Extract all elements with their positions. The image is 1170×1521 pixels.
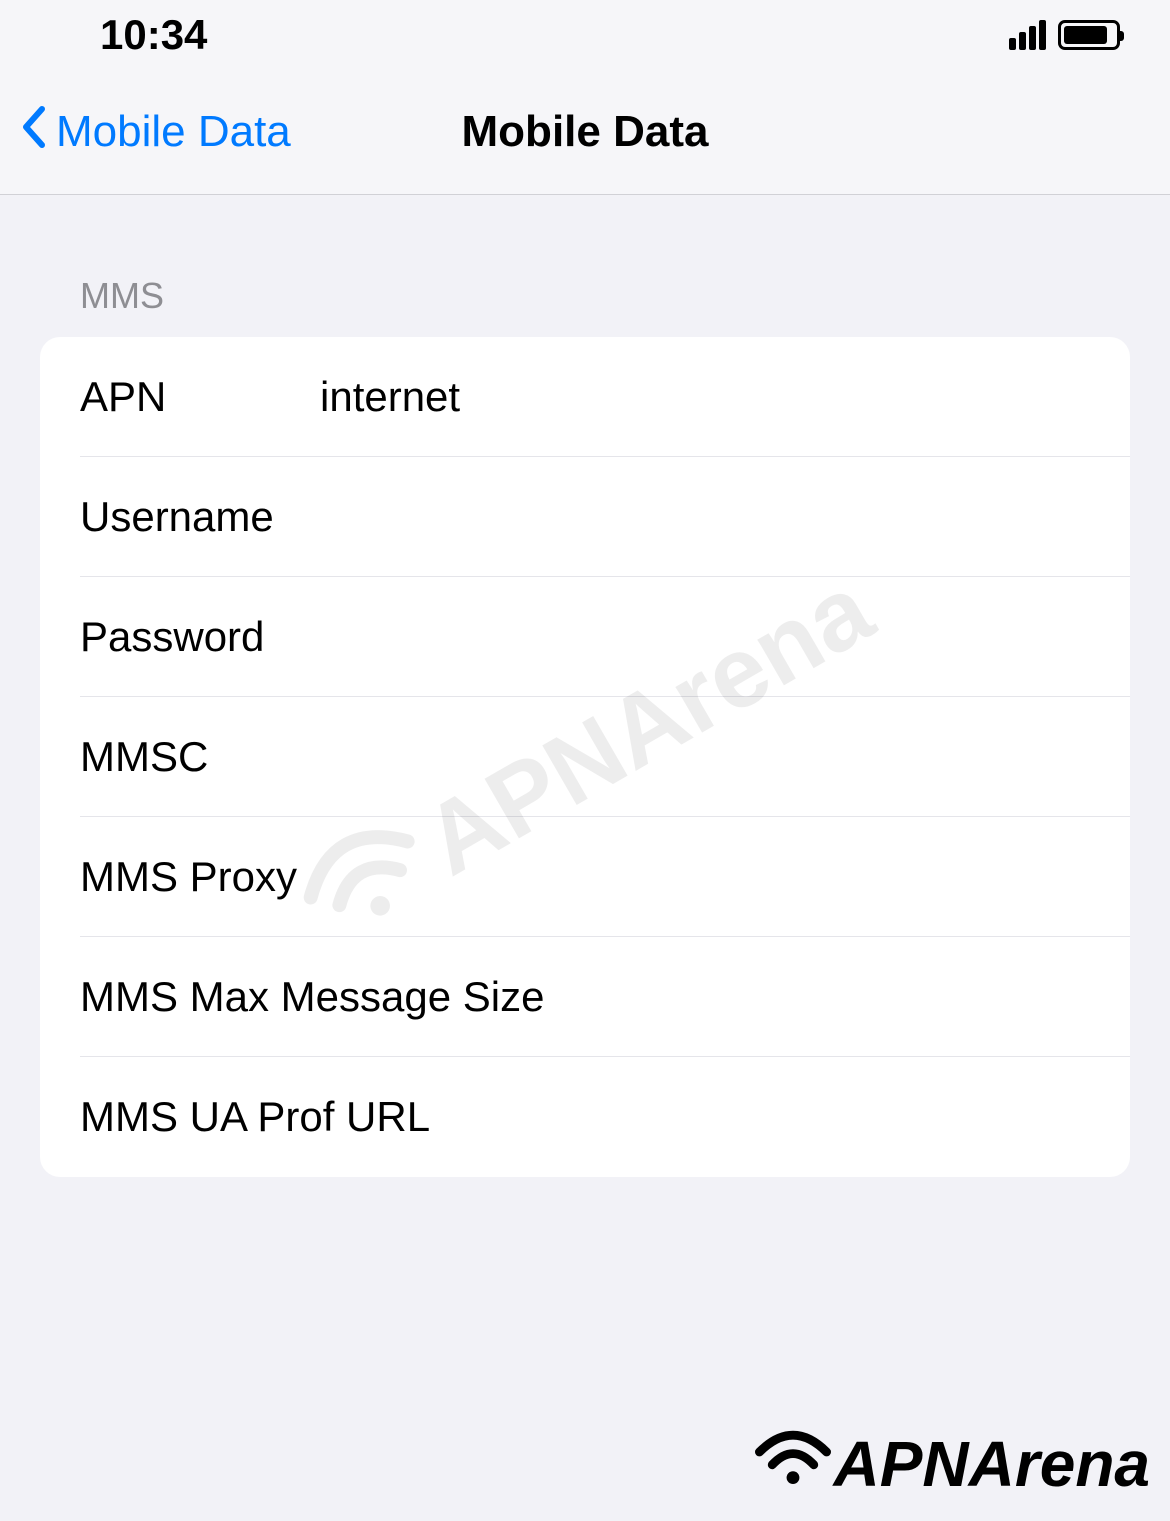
row-label: MMS Proxy — [80, 853, 320, 901]
battery-icon — [1058, 20, 1120, 50]
mms-ua-prof-url-input[interactable] — [430, 1093, 1090, 1141]
mms-proxy-input[interactable] — [320, 853, 1090, 901]
status-bar: 10:34 — [0, 0, 1170, 70]
back-label: Mobile Data — [56, 107, 291, 157]
section-header-mms: MMS — [40, 195, 1130, 337]
row-label: APN — [80, 373, 320, 421]
row-label: MMS UA Prof URL — [80, 1093, 430, 1141]
settings-row-mms-ua-prof-url[interactable]: MMS UA Prof URL — [40, 1057, 1130, 1177]
settings-row-mmsc[interactable]: MMSC — [40, 697, 1130, 817]
chevron-left-icon — [20, 102, 46, 162]
mmsc-input[interactable] — [320, 733, 1090, 781]
row-label: Username — [80, 493, 320, 541]
navigation-bar: Mobile Data Mobile Data — [0, 70, 1170, 195]
settings-row-username[interactable]: Username — [40, 457, 1130, 577]
settings-group-mms: APN Username Password MMSC MMS Proxy MMS… — [40, 337, 1130, 1177]
back-button[interactable]: Mobile Data — [20, 102, 291, 162]
username-input[interactable] — [320, 493, 1090, 541]
footer-logo-text: APNArena — [833, 1427, 1150, 1501]
row-label: MMSC — [80, 733, 320, 781]
cellular-signal-icon — [1009, 20, 1046, 50]
footer-logo: APNArena — [753, 1426, 1150, 1501]
apn-input[interactable] — [320, 373, 1090, 421]
settings-row-mms-max-size[interactable]: MMS Max Message Size — [40, 937, 1130, 1057]
content-area: MMS APN Username Password MMSC MMS Proxy… — [0, 195, 1170, 1177]
status-icons — [1009, 20, 1120, 50]
wifi-icon — [753, 1426, 833, 1501]
status-time: 10:34 — [100, 11, 207, 59]
settings-row-mms-proxy[interactable]: MMS Proxy — [40, 817, 1130, 937]
settings-row-password[interactable]: Password — [40, 577, 1130, 697]
mms-max-size-input[interactable] — [544, 973, 1090, 1021]
settings-row-apn[interactable]: APN — [40, 337, 1130, 457]
row-label: MMS Max Message Size — [80, 973, 544, 1021]
row-label: Password — [80, 613, 320, 661]
password-input[interactable] — [320, 613, 1090, 661]
